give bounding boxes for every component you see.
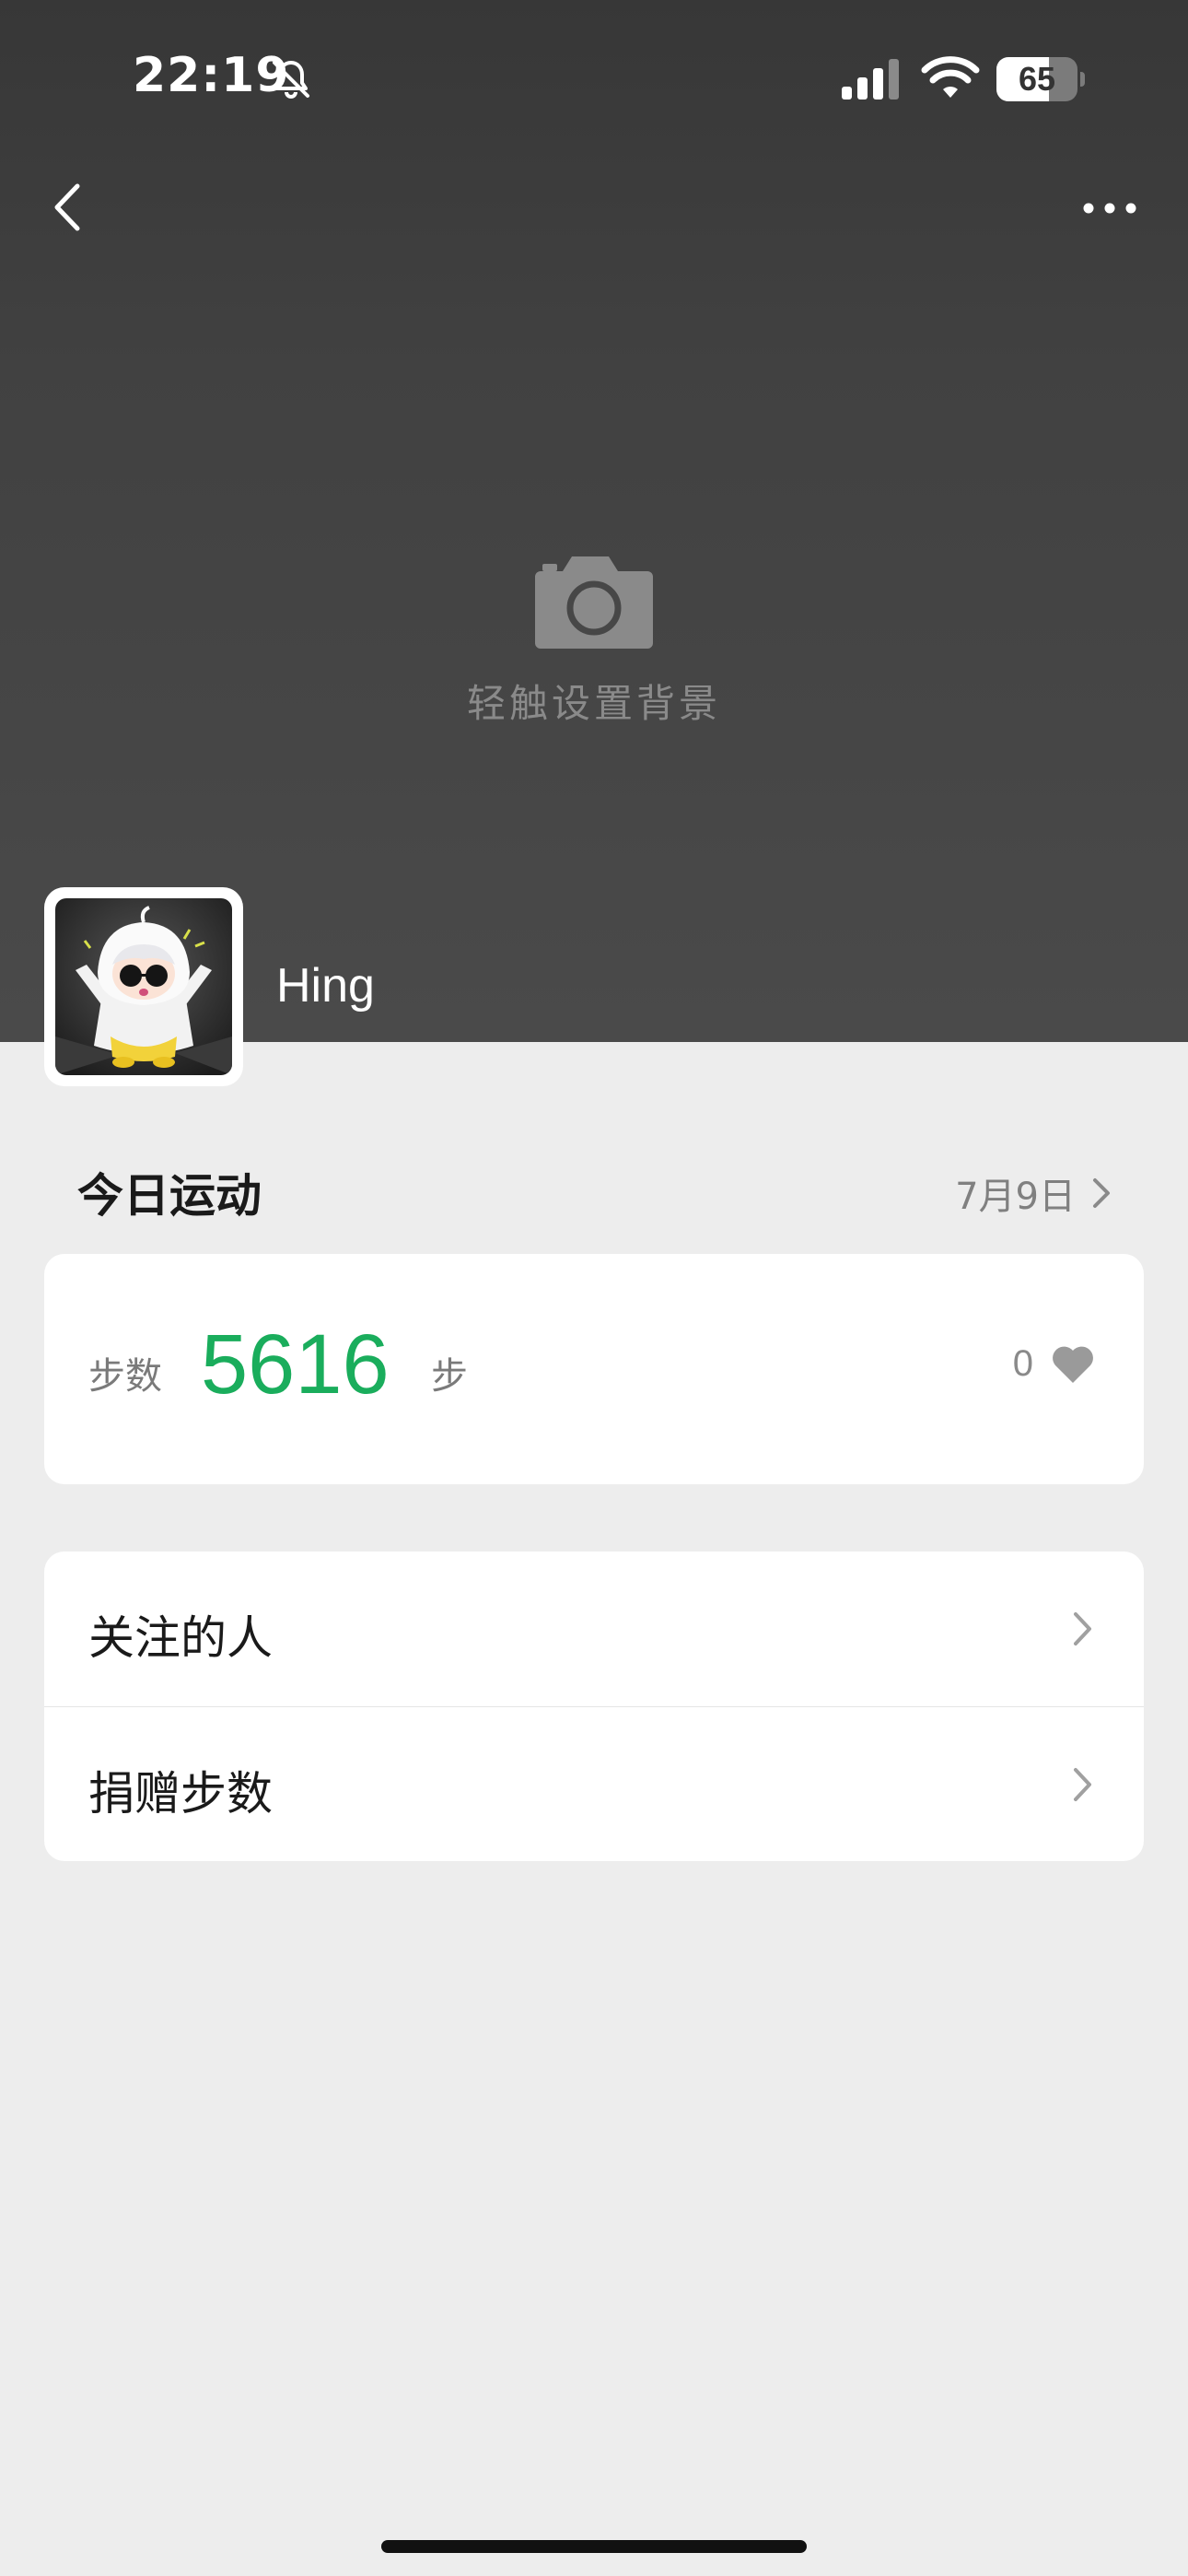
home-indicator[interactable] <box>381 2540 807 2553</box>
menu-item-label: 捐赠步数 <box>88 1767 273 1821</box>
werun-profile-page: 22:19 65 轻触设置背景 Hing 今日运动 7月9日 步数 5616 步… <box>0 0 1188 2576</box>
cover-background[interactable]: 22:19 65 轻触设置背景 <box>0 0 1188 1042</box>
signal-icon <box>842 59 899 100</box>
back-button[interactable] <box>37 175 101 240</box>
steps-label: 步数 <box>88 1355 162 1398</box>
battery-level: 65 <box>1018 60 1056 98</box>
steps-value: 5616 <box>201 1317 390 1411</box>
wifi-icon <box>921 56 980 98</box>
menu-list: 关注的人 捐赠步数 <box>44 1551 1144 1861</box>
camera-icon <box>535 556 653 649</box>
steps-card[interactable]: 步数 5616 步 0 <box>44 1254 1144 1484</box>
menu-item-following[interactable]: 关注的人 <box>44 1551 1144 1706</box>
avatar[interactable] <box>44 887 243 1086</box>
menu-item-label: 关注的人 <box>88 1611 273 1665</box>
more-button[interactable] <box>1077 184 1142 232</box>
user-name: Hing <box>276 959 375 1013</box>
status-time: 22:19 <box>133 48 290 103</box>
battery-icon: 65 <box>996 57 1085 101</box>
chevron-right-icon <box>1074 1768 1091 1801</box>
date-label: 7月9日 <box>955 1176 1076 1218</box>
like-count: 0 <box>1012 1342 1033 1384</box>
chevron-right-icon <box>1093 1178 1110 1208</box>
heart-icon <box>1053 1346 1093 1383</box>
avatar-image <box>55 898 232 1075</box>
status-bar: 22:19 65 <box>0 0 1188 157</box>
steps-unit: 步 <box>431 1355 468 1398</box>
set-background-label: 轻触设置背景 <box>466 681 721 726</box>
like-button[interactable]: 0 <box>1013 1342 1096 1385</box>
date-selector[interactable]: 7月9日 <box>955 1166 1114 1220</box>
menu-item-donate-steps[interactable]: 捐赠步数 <box>44 1706 1144 1861</box>
bell-muted-icon <box>273 61 309 99</box>
set-background-button[interactable]: 轻触设置背景 <box>410 553 778 765</box>
today-exercise-title: 今日运动 <box>77 1169 262 1223</box>
chevron-right-icon <box>1074 1612 1091 1645</box>
